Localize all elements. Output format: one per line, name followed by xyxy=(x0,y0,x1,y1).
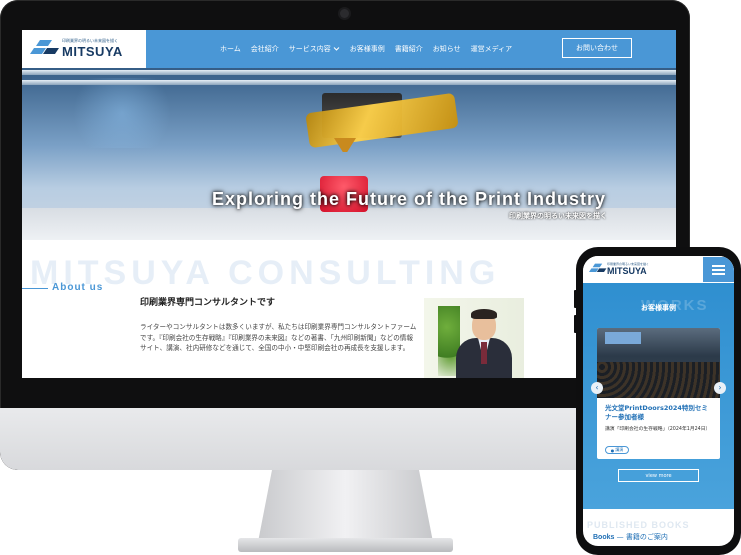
hero-image: Exploring the Future of the Print Indust… xyxy=(22,68,676,240)
case-card-tag: ● 講演 xyxy=(605,446,629,454)
contact-button[interactable]: お問い合わせ xyxy=(562,38,632,58)
printer-nozzle xyxy=(334,138,356,152)
about-label: About us xyxy=(52,282,104,293)
printer-rail xyxy=(22,70,676,75)
hero-glow xyxy=(62,78,182,148)
hamburger-menu-icon[interactable] xyxy=(703,257,734,282)
case-photo xyxy=(597,328,720,398)
nav-item-services[interactable]: サービス内容 xyxy=(289,44,340,54)
books-label-en: Books xyxy=(593,534,615,541)
books-heading: Books — 書籍のご案内 xyxy=(593,532,668,542)
phone-screen: 印刷業界の明るい未来図を描く MITSUYA WORKS お客様事例 光文堂Pr… xyxy=(583,256,734,546)
tag-icon: ● xyxy=(610,447,615,453)
case-card-text: 講演「印刷会社の生存戦略」（2024年1月24日） xyxy=(605,427,711,432)
logo-mark-icon xyxy=(30,40,59,54)
main-nav: ホーム 会社紹介 サービス内容 お客様事例 書籍紹介 お知らせ 運営メディア xyxy=(220,30,512,68)
person-tie xyxy=(481,342,487,364)
nav-item-books[interactable]: 書籍紹介 xyxy=(395,44,423,54)
hero-subtitle: 印刷業界の明るい未来図を描く xyxy=(509,212,607,220)
case-card[interactable]: 光文堂PrintDoors2024特別セミナー参加者様 講演「印刷会社の生存戦略… xyxy=(597,328,720,459)
person-hair xyxy=(471,309,497,319)
hero-title: Exploring the Future of the Print Indust… xyxy=(212,189,607,209)
logo-mark-icon xyxy=(589,263,607,272)
consultant-photo xyxy=(424,298,524,378)
site-header: 印刷業界の明るい未来図を描く MITSUYA ホーム 会社紹介 サービス内容 お… xyxy=(22,30,676,68)
nav-item-services-label: サービス内容 xyxy=(288,45,331,53)
carousel-next-icon[interactable]: › xyxy=(714,382,726,394)
mobile-background-word-books: PUBLISHED BOOKS xyxy=(587,520,690,530)
case-card-tag-label: 講演 xyxy=(615,447,624,452)
smartphone: 印刷業界の明るい未来図を描く MITSUYA WORKS お客様事例 光文堂Pr… xyxy=(576,247,741,555)
nav-item-news[interactable]: お知らせ xyxy=(433,44,461,54)
mobile-header: 印刷業界の明るい未来図を描く MITSUYA xyxy=(583,256,734,283)
camera-icon xyxy=(340,9,349,18)
mobile-section-title: お客様事例 xyxy=(641,304,676,312)
chevron-down-icon xyxy=(333,47,340,51)
nav-item-cases[interactable]: お客様事例 xyxy=(350,44,385,54)
site-logo[interactable]: 印刷業界の明るい未来図を描く MITSUYA xyxy=(22,30,146,68)
logo-name: MITSUYA xyxy=(62,44,123,59)
about-heading: 印刷業界専門コンサルタントです xyxy=(140,298,276,308)
mobile-works-section: WORKS お客様事例 光文堂PrintDoors2024特別セミナー参加者様 … xyxy=(583,283,734,509)
books-divider: — xyxy=(616,533,626,541)
nav-item-media[interactable]: 運営メディア xyxy=(471,44,513,54)
carousel-prev-icon[interactable]: ‹ xyxy=(591,382,603,394)
case-photo-screen xyxy=(605,332,641,344)
nav-item-company[interactable]: 会社紹介 xyxy=(251,44,279,54)
printer-rail xyxy=(22,80,676,85)
mobile-logo-name[interactable]: MITSUYA xyxy=(607,266,647,276)
nav-item-home[interactable]: ホーム xyxy=(220,44,241,54)
books-label-jp: 書籍のご案内 xyxy=(625,533,668,541)
case-card-title: 光文堂PrintDoors2024特別セミナー参加者様 xyxy=(605,404,708,421)
monitor-base xyxy=(238,538,453,552)
about-divider xyxy=(22,288,48,289)
case-photo-crowd xyxy=(597,362,720,398)
monitor-stand xyxy=(258,470,433,542)
about-body: ライターやコンサルタントは数多くいますが、私たちは印刷業界専門コンサルタントファ… xyxy=(140,323,417,352)
view-more-button[interactable]: view more xyxy=(618,469,699,482)
